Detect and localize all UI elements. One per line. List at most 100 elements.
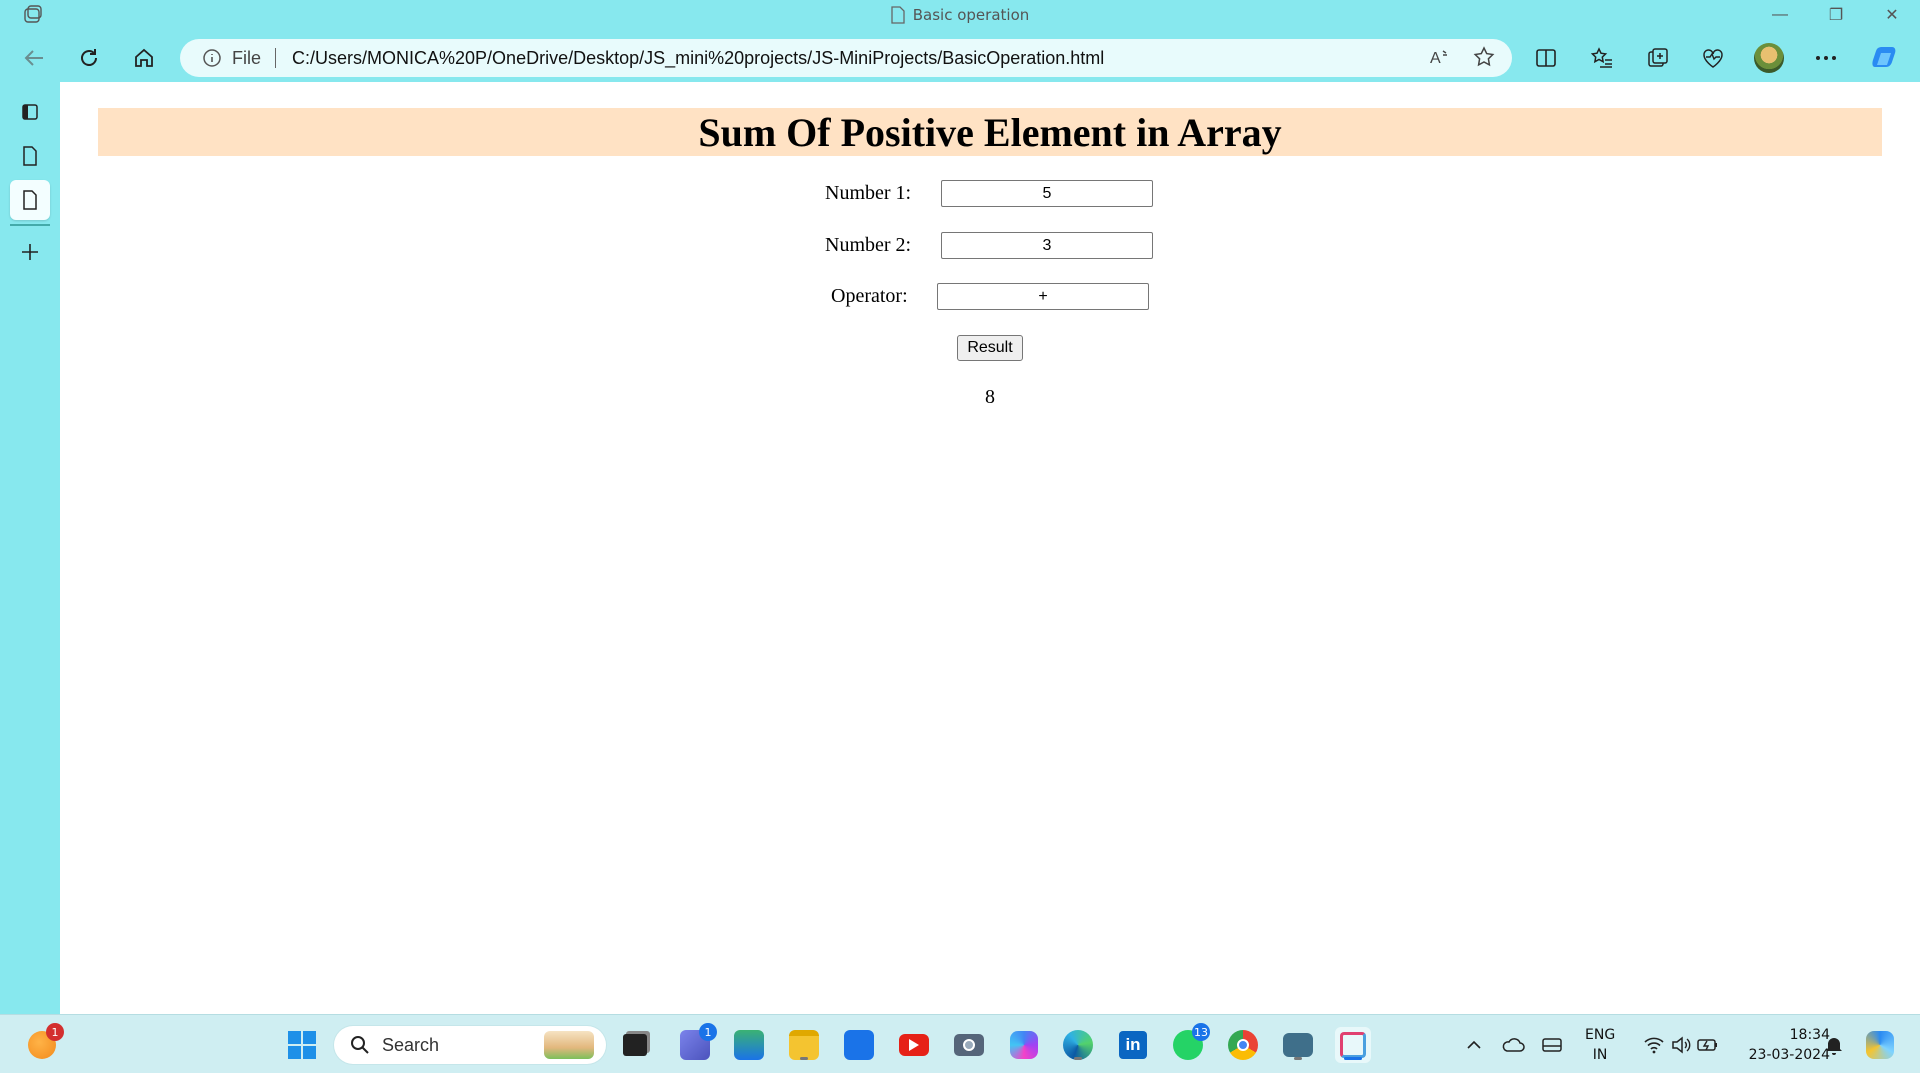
region-code: IN	[1592, 1047, 1608, 1063]
snipping-tool-app[interactable]	[1335, 1027, 1371, 1063]
taskbar: 1 Search 1 in 13 ENG IN 18:34 23-03-2024	[0, 1014, 1920, 1073]
number1-label: Number 1:	[825, 182, 912, 204]
number1-input[interactable]	[941, 180, 1153, 207]
favorites-list-icon	[1590, 47, 1612, 68]
task-view-button[interactable]	[617, 1027, 653, 1063]
back-button[interactable]	[16, 40, 52, 76]
whatsapp-badge: 13	[1192, 1023, 1210, 1041]
refresh-button[interactable]	[71, 40, 107, 76]
keyboard-app[interactable]	[1280, 1027, 1316, 1063]
split-screen-icon	[1536, 49, 1556, 67]
teams-badge: 1	[699, 1023, 717, 1041]
page-icon	[891, 6, 905, 24]
weather-widget[interactable]: 1	[24, 1023, 64, 1063]
teams-app[interactable]: 1	[677, 1023, 717, 1063]
vertical-tabs-sidebar	[0, 82, 60, 1014]
tablet-icon	[1542, 1038, 1562, 1052]
result-button[interactable]: Result	[957, 335, 1023, 361]
more-options-button[interactable]	[1808, 40, 1844, 76]
heading-banner: Sum Of Positive Element in Array	[98, 108, 1882, 156]
web-page: Sum Of Positive Element in Array Number …	[60, 82, 1920, 1014]
read-aloud-icon[interactable]: A	[1428, 45, 1452, 69]
keyboard-icon	[1283, 1033, 1313, 1057]
running-indicator	[1074, 1057, 1082, 1060]
tab-item-2-active[interactable]	[10, 180, 50, 220]
avatar	[1754, 43, 1784, 73]
window-title: Basic operation	[891, 6, 1029, 24]
plus-stack-icon	[734, 1030, 764, 1060]
running-indicator	[1294, 1057, 1302, 1060]
whatsapp-app[interactable]: 13	[1170, 1023, 1210, 1063]
search-icon	[351, 1036, 369, 1054]
split-screen-button[interactable]	[1528, 40, 1564, 76]
copilot-pre-button[interactable]	[1862, 1027, 1898, 1063]
restore-button[interactable]: ❐	[1808, 0, 1864, 30]
file-explorer-app[interactable]	[786, 1027, 822, 1063]
tab-actions-button[interactable]	[10, 92, 50, 132]
new-tab-button[interactable]	[10, 232, 50, 272]
browser-essentials-button[interactable]	[1695, 40, 1731, 76]
collections-button[interactable]	[1640, 40, 1676, 76]
operator-input[interactable]	[937, 283, 1149, 310]
linkedin-icon: in	[1119, 1031, 1147, 1059]
info-icon	[203, 49, 221, 67]
collections-icon	[1648, 48, 1668, 67]
sidebar-divider	[10, 224, 50, 226]
address-bar[interactable]: File C:/Users/MONICA%20P/OneDrive/Deskto…	[180, 39, 1512, 77]
number2-row: Number 2:	[825, 232, 1153, 259]
page-icon	[23, 190, 37, 210]
heart-pulse-icon	[1703, 49, 1723, 68]
search-highlight-image	[544, 1031, 594, 1059]
chrome-app[interactable]	[1225, 1027, 1261, 1063]
ellipsis-icon	[1816, 56, 1836, 60]
youtube-app[interactable]	[896, 1027, 932, 1063]
show-hidden-icons-button[interactable]	[1456, 1027, 1492, 1063]
edge-icon	[1063, 1030, 1093, 1060]
close-button[interactable]: ✕	[1864, 0, 1920, 30]
minimize-button[interactable]: —	[1752, 0, 1808, 30]
edge-app[interactable]	[1060, 1027, 1096, 1063]
operator-row: Operator:	[831, 283, 1149, 310]
favorite-star-icon[interactable]	[1472, 45, 1496, 69]
number2-input[interactable]	[941, 232, 1153, 259]
wifi-icon	[1644, 1037, 1664, 1054]
mail-icon	[844, 1030, 874, 1060]
quick-settings[interactable]	[1636, 1027, 1726, 1063]
language-code: ENG	[1585, 1027, 1616, 1043]
running-indicator	[800, 1057, 808, 1060]
page-icon	[23, 146, 37, 166]
battery-charging-icon	[1697, 1039, 1717, 1051]
camera-app[interactable]	[951, 1027, 987, 1063]
touch-keyboard-tray[interactable]	[1534, 1027, 1570, 1063]
notifications-button[interactable]	[1816, 1027, 1852, 1063]
language-indicator[interactable]: ENG IN	[1585, 1025, 1615, 1065]
linkedin-app[interactable]: in	[1115, 1027, 1151, 1063]
camera-icon	[954, 1034, 984, 1056]
workspaces-icon[interactable]	[22, 5, 44, 25]
favorites-button[interactable]	[1584, 40, 1620, 76]
cloud-icon	[1502, 1038, 1525, 1052]
chrome-icon	[1228, 1030, 1258, 1060]
home-button[interactable]	[126, 40, 162, 76]
copilot-button[interactable]	[1866, 40, 1902, 76]
page-heading: Sum Of Positive Element in Array	[698, 109, 1282, 155]
start-button[interactable]	[284, 1027, 320, 1063]
copilot-hex-icon	[1010, 1031, 1038, 1059]
url-text[interactable]: C:/Users/MONICA%20P/OneDrive/Desktop/JS_…	[292, 48, 1104, 69]
copilot-pre-icon	[1866, 1031, 1894, 1059]
profile-button[interactable]	[1751, 40, 1787, 76]
copilot-app[interactable]	[1006, 1027, 1042, 1063]
mail-app[interactable]	[841, 1027, 877, 1063]
app-stack-icon-button[interactable]	[731, 1027, 767, 1063]
tab-item-1[interactable]	[10, 136, 50, 176]
youtube-icon	[899, 1034, 929, 1056]
volume-icon	[1672, 1036, 1691, 1054]
svg-text:A: A	[1430, 50, 1441, 67]
tab-actions-icon	[22, 104, 38, 120]
file-scheme-label: File	[232, 48, 277, 68]
search-placeholder: Search	[382, 1034, 440, 1055]
taskbar-search[interactable]: Search	[334, 1026, 606, 1064]
onedrive-tray[interactable]	[1495, 1027, 1531, 1063]
folder-icon	[789, 1030, 819, 1060]
task-view-icon	[623, 1034, 647, 1056]
